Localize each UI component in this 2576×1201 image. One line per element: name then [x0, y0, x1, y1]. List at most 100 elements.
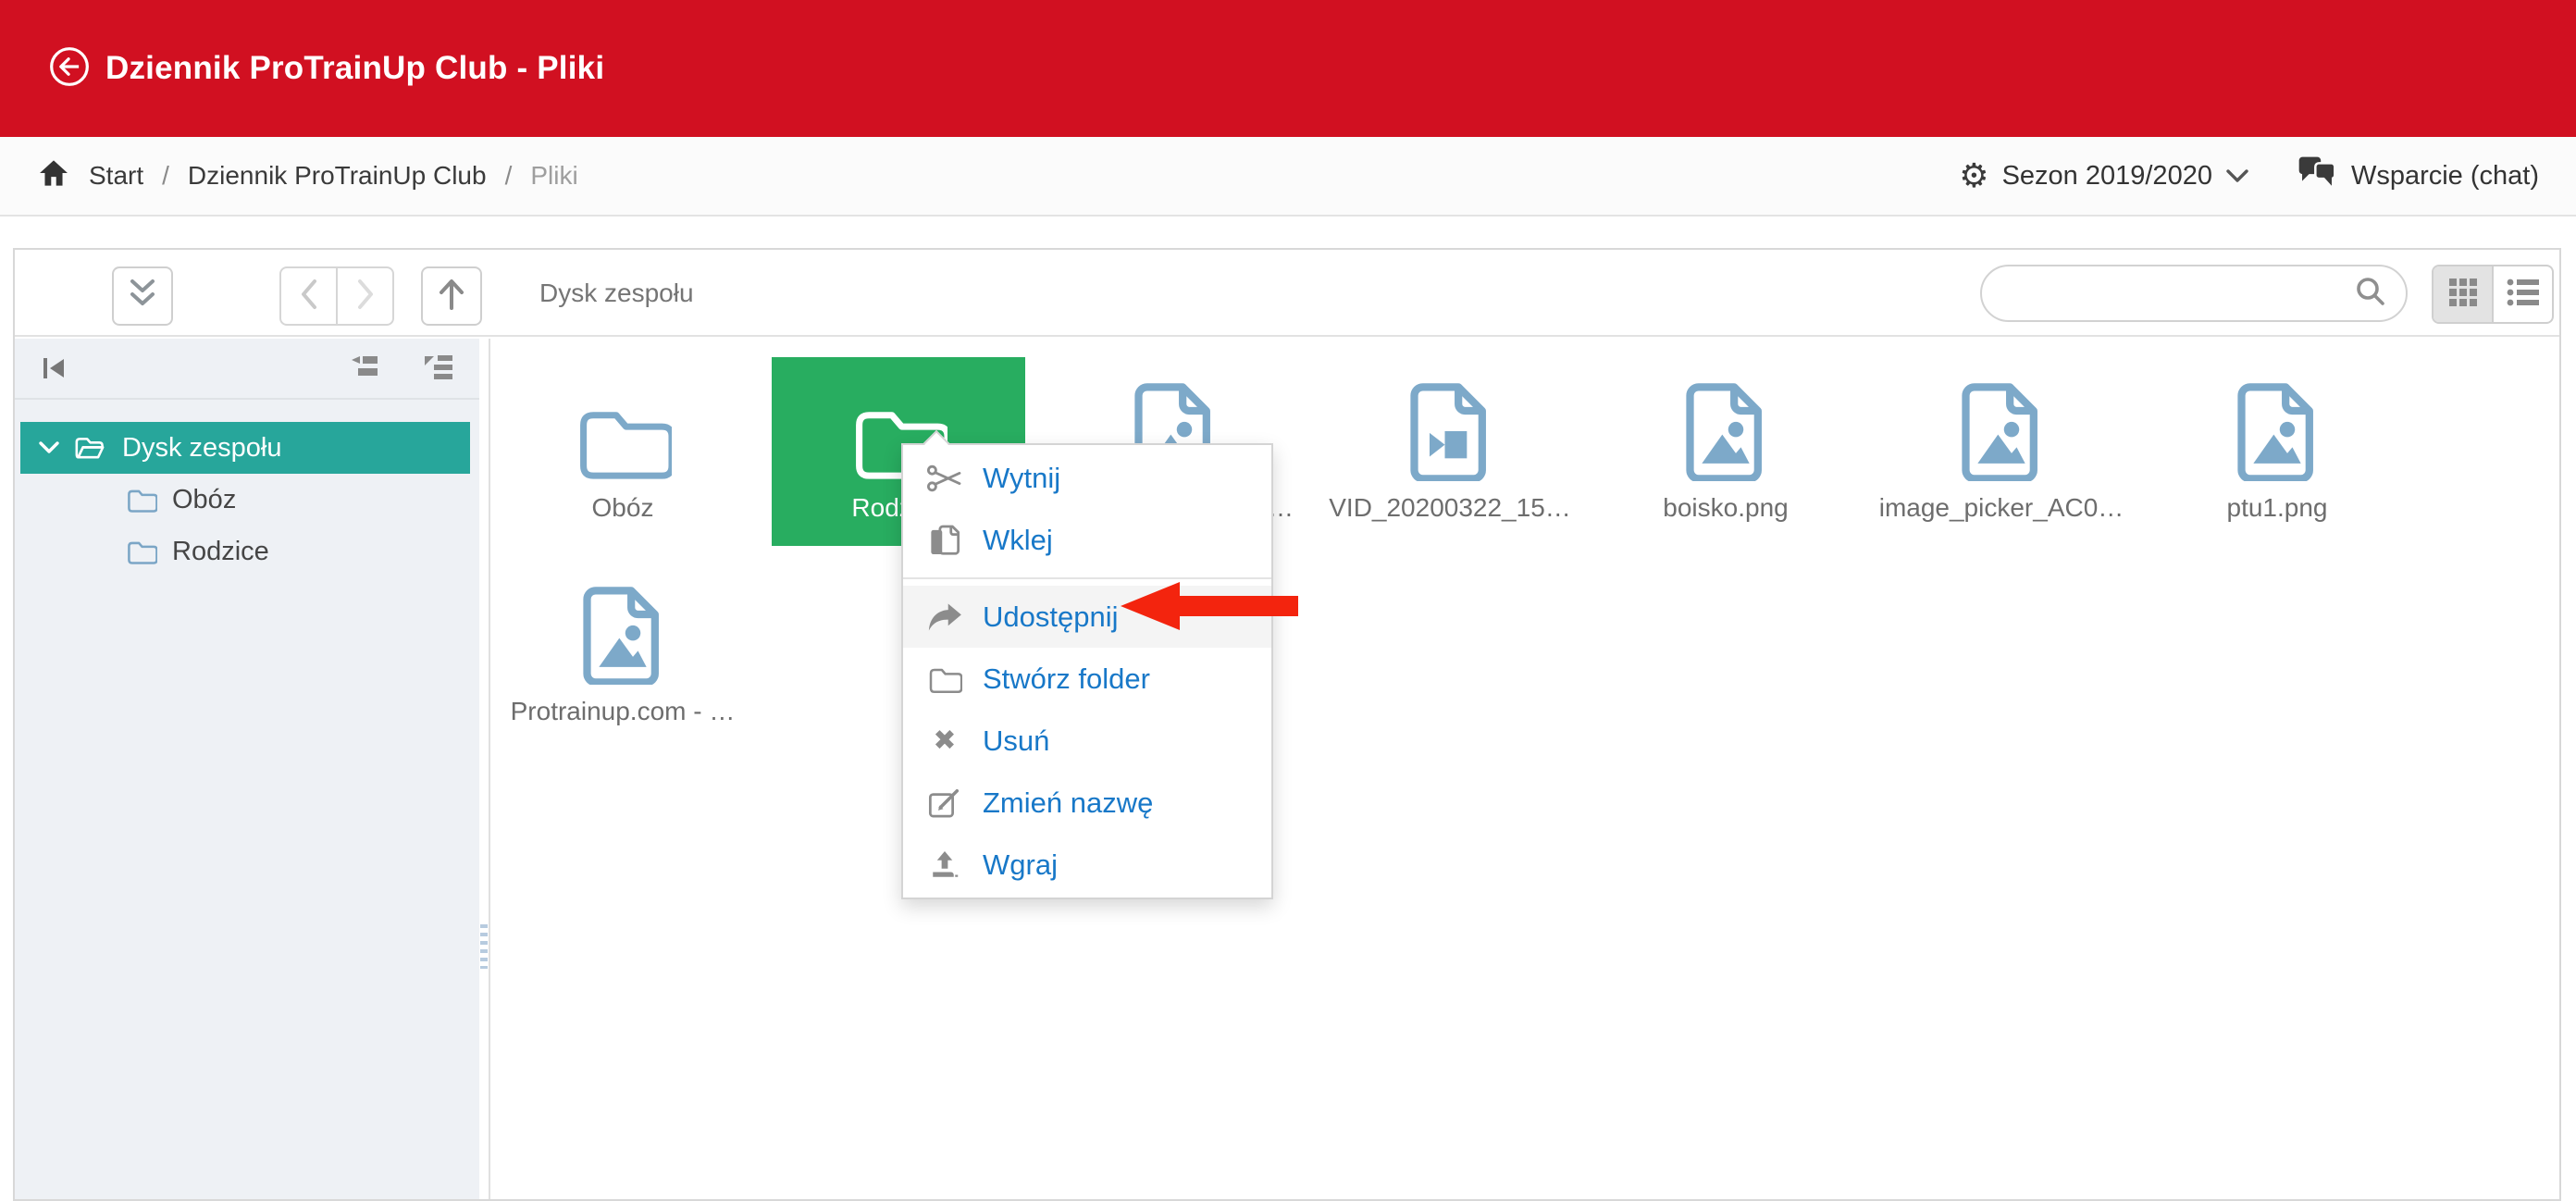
context-menu: Wytnij Wklej — [901, 443, 1273, 899]
topbar-right: ⚙ Sezon 2019/2020 Wsparcie (chat) — [1959, 155, 2539, 197]
sidebar-divider — [479, 339, 490, 1199]
support-label: Wsparcie (chat) — [2351, 161, 2539, 192]
video-file-icon — [1323, 357, 1577, 487]
tree-expander-icon[interactable] — [33, 440, 65, 455]
file-name: Obóz — [496, 487, 749, 529]
file-tile-ptu1[interactable]: ptu1.png — [2150, 357, 2404, 546]
chevron-right-icon — [355, 279, 376, 315]
breadcrumb: Start / Dziennik ProTrainUp Club / Pliki — [37, 157, 578, 195]
upload-icon — [925, 848, 964, 882]
double-chevron-down-icon — [127, 278, 158, 316]
sidebar-resize-handle[interactable] — [480, 924, 488, 969]
history-nav-group — [279, 266, 394, 326]
open-folder-icon — [74, 433, 105, 463]
collapse-tree-icon[interactable] — [348, 355, 381, 381]
image-file-icon — [1599, 357, 1852, 487]
share-icon — [925, 602, 964, 632]
menu-item-wklej[interactable]: Wklej — [903, 509, 1271, 571]
scissors-icon — [925, 463, 964, 494]
menu-item-wytnij[interactable]: Wytnij — [903, 447, 1271, 509]
menu-item-udostepnij[interactable]: Udostępnij — [903, 586, 1271, 648]
file-grid: Obóz Rodzice — [490, 339, 2559, 1199]
current-location-label: Dysk zespołu — [539, 250, 694, 337]
tree-item-label: Obóz — [172, 485, 236, 515]
file-tile-image-picker[interactable]: image_picker_AC0… — [1875, 357, 2128, 546]
chevron-down-icon — [2225, 161, 2249, 192]
menu-item-usun[interactable]: ✖ Usuń — [903, 710, 1271, 772]
page-title: Dziennik ProTrainUp Club - Pliki — [105, 50, 604, 87]
breadcrumb-item-start[interactable]: Start — [89, 161, 143, 191]
menu-item-label: Udostępnij — [983, 600, 1118, 634]
support-chat-link[interactable]: Wsparcie (chat) — [2297, 155, 2539, 197]
season-label: Sezon 2019/2020 — [2002, 161, 2212, 192]
grid-view-button[interactable] — [2434, 266, 2494, 322]
file-name: ptu1.png — [2150, 487, 2404, 529]
menu-item-zmien-nazwe[interactable]: Zmień nazwę — [903, 772, 1271, 834]
paste-icon — [925, 523, 964, 558]
tree-item-oboz[interactable]: Obóz — [15, 474, 479, 526]
collapse-sidebar-icon[interactable] — [39, 353, 70, 384]
menu-item-label: Wklej — [983, 524, 1053, 557]
image-file-icon — [496, 561, 749, 690]
breadcrumb-separator: / — [505, 161, 513, 191]
collapse-toolbar-button[interactable] — [112, 266, 173, 326]
delete-icon: ✖ — [925, 727, 964, 755]
chevron-left-icon — [299, 279, 319, 315]
chat-icon — [2297, 155, 2336, 197]
app-header: Dziennik ProTrainUp Club - Pliki — [0, 0, 2576, 137]
season-selector[interactable]: ⚙ Sezon 2019/2020 — [1959, 159, 2249, 192]
folder-tree-sidebar: Dysk zespołu Obóz — [15, 339, 479, 1199]
file-tile-vid[interactable]: VID_20200322_15… — [1323, 357, 1577, 546]
breadcrumb-separator: / — [162, 161, 169, 191]
file-manager-toolbar: Dysk zespołu — [15, 250, 2559, 337]
menu-item-stworz-folder[interactable]: Stwórz folder — [903, 648, 1271, 710]
up-directory-button[interactable] — [421, 266, 482, 326]
breadcrumb-item-club[interactable]: Dziennik ProTrainUp Club — [188, 161, 487, 191]
screen: Dziennik ProTrainUp Club - Pliki Start /… — [0, 0, 2576, 1201]
search-input[interactable] — [1982, 279, 2354, 308]
menu-item-label: Stwórz folder — [983, 662, 1150, 696]
file-name: Protrainup.com - … — [496, 690, 749, 733]
breadcrumb-bar: Start / Dziennik ProTrainUp Club / Pliki… — [0, 137, 2576, 217]
menu-item-label: Zmień nazwę — [983, 786, 1153, 820]
menu-item-label: Wytnij — [983, 462, 1060, 495]
file-name: image_picker_AC0… — [1875, 487, 2128, 529]
back-nav-button[interactable] — [281, 268, 338, 324]
arrow-left-circle-icon — [48, 45, 91, 93]
folder-icon — [925, 665, 964, 693]
menu-divider — [903, 577, 1271, 579]
list-view-icon — [2507, 277, 2540, 313]
rename-icon — [925, 786, 964, 820]
home-icon[interactable] — [37, 157, 70, 195]
menu-item-label: Wgraj — [983, 848, 1058, 882]
sidebar-header — [15, 339, 479, 400]
tree-item-label: Rodzice — [172, 537, 269, 567]
view-toggle-group — [2432, 265, 2554, 324]
search-box — [1980, 265, 2408, 322]
list-view-button[interactable] — [2494, 266, 2552, 322]
file-manager-content: Dysk zespołu Obóz — [15, 339, 2559, 1199]
folder-icon — [126, 539, 157, 564]
tree-item-label: Dysk zespołu — [122, 433, 281, 464]
back-button[interactable] — [48, 47, 91, 90]
forward-nav-button[interactable] — [338, 268, 392, 324]
folder-tree: Dysk zespołu Obóz — [15, 400, 479, 577]
file-tile-protrainup[interactable]: Protrainup.com - … — [496, 561, 749, 749]
folder-icon — [126, 487, 157, 513]
expand-tree-icon[interactable] — [422, 355, 455, 381]
image-file-icon — [1875, 357, 2128, 487]
tree-item-dysk-zespolu[interactable]: Dysk zespołu — [20, 422, 470, 474]
menu-item-label: Usuń — [983, 724, 1049, 758]
file-name: boisko.png — [1599, 487, 1852, 529]
search-icon[interactable] — [2354, 275, 2387, 313]
tree-item-rodzice[interactable]: Rodzice — [15, 526, 479, 577]
gear-icon: ⚙ — [1959, 159, 1988, 192]
breadcrumb-item-pliki: Pliki — [530, 161, 577, 191]
menu-item-wgraj[interactable]: Wgraj — [903, 834, 1271, 896]
file-tile-oboz[interactable]: Obóz — [496, 357, 749, 546]
file-manager-panel: Dysk zespołu — [13, 248, 2561, 1201]
arrow-up-icon — [437, 277, 466, 316]
file-tile-boisko[interactable]: boisko.png — [1599, 357, 1852, 546]
folder-icon — [496, 357, 749, 487]
image-file-icon — [2150, 357, 2404, 487]
